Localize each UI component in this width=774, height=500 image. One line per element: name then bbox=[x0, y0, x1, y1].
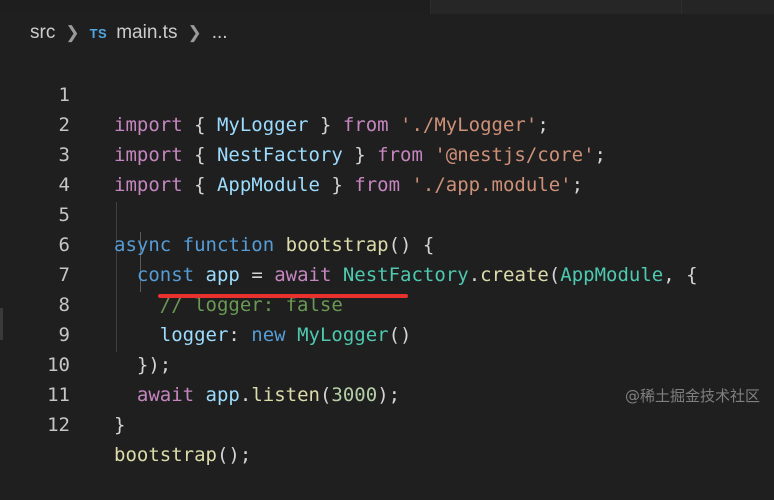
code-line: 2 import { NestFactory } from '@nestjs/c… bbox=[0, 80, 774, 166]
breadcrumb: src ❯ TS main.ts ❯ ... bbox=[30, 18, 228, 48]
code-line: 3 import { AppModule } from './app.modul… bbox=[0, 110, 774, 196]
code-line: 4 bbox=[0, 140, 774, 196]
editor-tab-active[interactable] bbox=[0, 0, 431, 14]
editor-tab[interactable] bbox=[431, 0, 682, 14]
breadcrumb-folder[interactable]: src bbox=[30, 22, 55, 44]
code-line: 11 } bbox=[0, 350, 774, 436]
chevron-right-icon: ❯ bbox=[187, 23, 202, 42]
breadcrumb-file[interactable]: main.ts bbox=[116, 22, 177, 44]
code-text: bootstrap(); bbox=[114, 444, 252, 466]
chevron-right-icon: ❯ bbox=[65, 23, 80, 42]
typescript-file-icon: TS bbox=[89, 25, 108, 41]
breadcrumb-more[interactable]: ... bbox=[212, 22, 228, 44]
highlight-underline bbox=[158, 294, 408, 298]
code-text: } bbox=[114, 414, 126, 436]
code-line: 8 logger: new MyLogger() bbox=[0, 260, 774, 346]
code-line: 5 async function bootstrap() { bbox=[0, 170, 774, 256]
code-line: 7 // logger: false bbox=[0, 230, 774, 316]
watermark-text: @稀土掘金技术社区 bbox=[624, 387, 760, 405]
editor-tab-strip bbox=[0, 0, 774, 14]
code-line: 1 import { MyLogger } from './MyLogger'; bbox=[0, 50, 774, 136]
line-number: 12 bbox=[47, 414, 70, 436]
code-line: 10 await app.listen(3000); bbox=[0, 320, 774, 406]
code-line: 6 const app = await NestFactory.create(A… bbox=[0, 200, 774, 286]
